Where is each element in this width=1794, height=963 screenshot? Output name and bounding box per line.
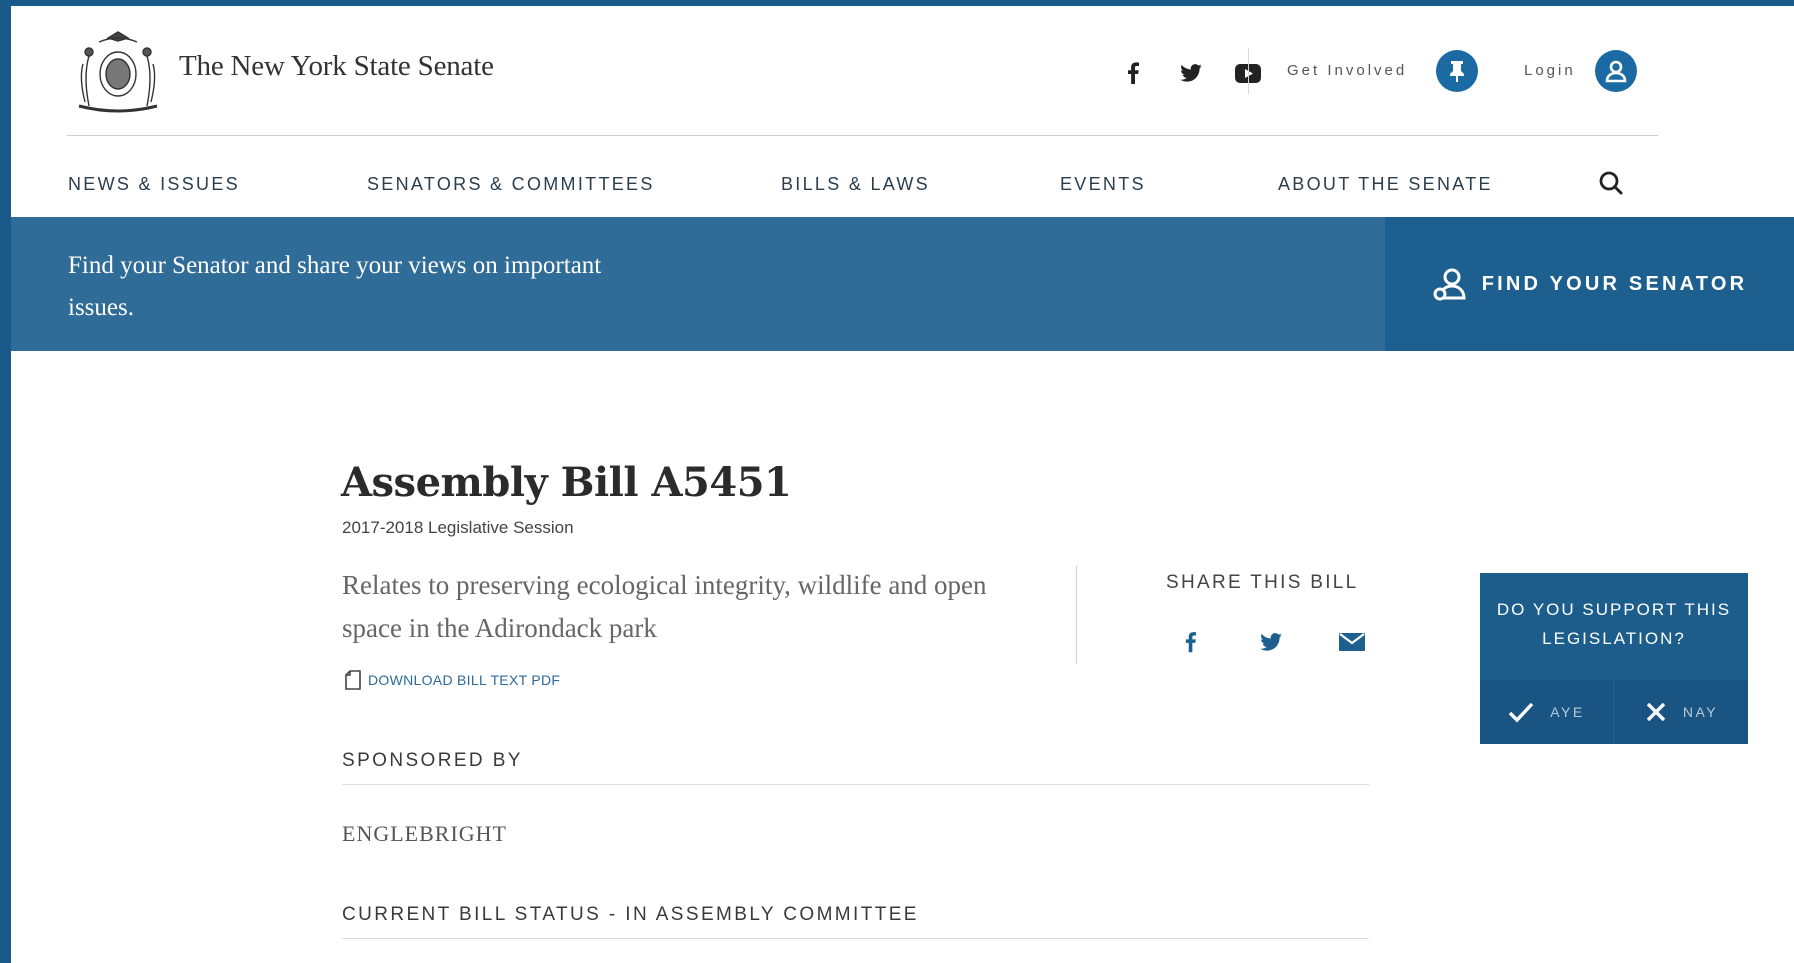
- share-facebook-icon[interactable]: [1173, 625, 1207, 659]
- vote-buttons: AYE NAY: [1480, 680, 1748, 744]
- share-label: SHARE THIS BILL: [1166, 572, 1359, 593]
- support-question: DO YOU SUPPORT THIS LEGISLATION?: [1496, 600, 1732, 648]
- get-involved-icon[interactable]: [1436, 50, 1478, 92]
- bill-status-label: CURRENT BILL STATUS - IN ASSEMBLY COMMIT…: [342, 904, 919, 925]
- download-pdf-link[interactable]: DOWNLOAD BILL TEXT PDF: [344, 670, 560, 690]
- aye-button[interactable]: AYE: [1480, 680, 1613, 744]
- nay-label: NAY: [1682, 704, 1719, 720]
- sponsored-by-label: SPONSORED BY: [342, 750, 523, 771]
- download-pdf-label: DOWNLOAD BILL TEXT PDF: [368, 672, 561, 688]
- nav-senators-committees[interactable]: SENATORS & COMMITTEES: [367, 174, 655, 195]
- find-senator-banner: Find your Senator and share your views o…: [11, 217, 1794, 351]
- bill-summary: Relates to preserving ecological integri…: [342, 570, 987, 643]
- twitter-icon[interactable]: [1176, 58, 1206, 88]
- site-title[interactable]: The New York State Senate: [179, 50, 494, 83]
- header-divider: [1248, 48, 1249, 94]
- banner-text: Find your Senator and share your views o…: [68, 252, 602, 321]
- senator-location-icon: [1433, 268, 1466, 301]
- login-link[interactable]: Login: [1524, 62, 1576, 79]
- support-legislation-widget: DO YOU SUPPORT THIS LEGISLATION? AYE NAY: [1480, 573, 1748, 744]
- nav-about-senate[interactable]: ABOUT THE SENATE: [1278, 174, 1493, 195]
- site-header: The New York State Senate Get Involved L…: [11, 6, 1658, 136]
- get-involved-link[interactable]: Get Involved: [1287, 62, 1407, 79]
- user-icon[interactable]: [1595, 50, 1637, 92]
- checkmark-icon: [1509, 702, 1534, 723]
- search-icon[interactable]: [1598, 170, 1624, 196]
- sponsored-divider: [342, 784, 1369, 785]
- nav-events[interactable]: EVENTS: [1060, 174, 1146, 195]
- bill-title: Assembly Bill A5451: [341, 459, 792, 506]
- document-icon: [345, 670, 361, 690]
- state-seal-logo[interactable]: [69, 28, 167, 114]
- aye-label: AYE: [1550, 704, 1585, 720]
- share-divider: [1076, 566, 1077, 664]
- share-twitter-icon[interactable]: [1254, 625, 1288, 659]
- find-your-senator-label: FIND YOUR SENATOR: [1481, 272, 1748, 295]
- nay-button[interactable]: NAY: [1613, 680, 1748, 744]
- nav-news-issues[interactable]: NEWS & ISSUES: [68, 174, 240, 195]
- sponsor-name[interactable]: ENGLEBRIGHT: [342, 821, 507, 847]
- nav-bills-laws[interactable]: BILLS & LAWS: [781, 174, 930, 195]
- x-icon: [1646, 702, 1666, 722]
- find-your-senator-button[interactable]: FIND YOUR SENATOR: [1385, 217, 1794, 351]
- facebook-icon[interactable]: [1118, 58, 1148, 88]
- header-rule: [67, 135, 1658, 136]
- page: The New York State Senate Get Involved L…: [11, 6, 1794, 963]
- share-email-icon[interactable]: [1335, 625, 1369, 659]
- status-divider: [342, 938, 1369, 939]
- legislative-session: 2017-2018 Legislative Session: [342, 518, 574, 537]
